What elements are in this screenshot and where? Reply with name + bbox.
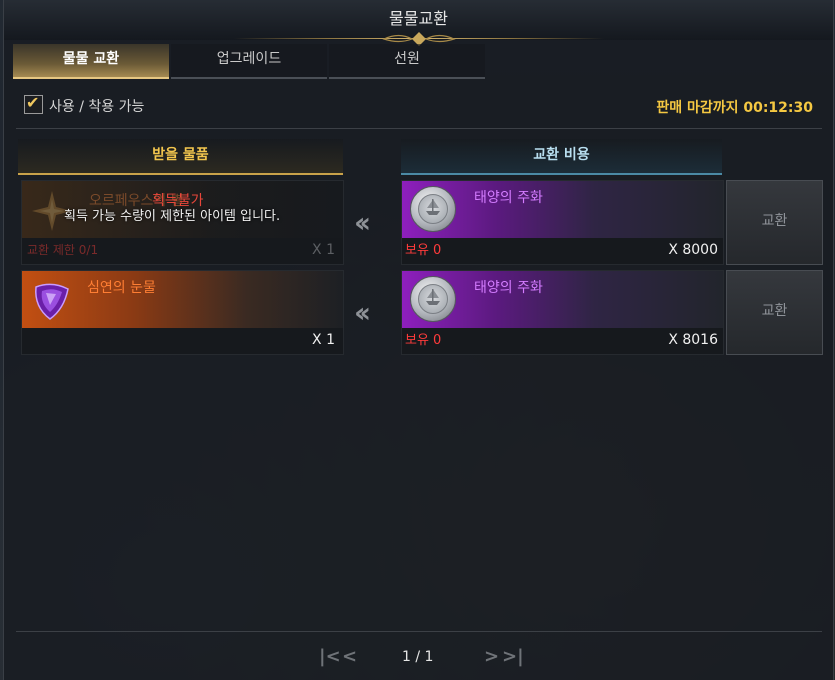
cost-item[interactable]: 태양의 주화 보유 0 X 8016 [401,270,724,355]
footer-divider [16,631,822,632]
receive-qty: X 1 [312,242,335,258]
trade-row: 심연의 눈물 X 1 ‹‹ 태양의 주화 보유 0 X 8016 교환 [4,270,833,355]
checkmark-icon: ✔ [26,93,40,112]
cost-item-name: 태양의 주화 [474,280,543,296]
last-page-icon[interactable]: >| [502,646,524,667]
receive-qty: X 1 [312,332,335,348]
tab-barter[interactable]: 물물 교환 [13,44,169,79]
first-page-icon[interactable]: |< [319,646,341,667]
cost-qty: X 8000 [668,242,718,258]
cost-header: 교환 비용 [401,139,722,175]
usable-filter-label: 사용 / 착용 가능 [49,99,145,115]
owned-count: 보유 0 [405,243,442,258]
cost-item-name: 태양의 주화 [474,190,543,206]
coin-icon [410,276,456,322]
exchange-button[interactable]: 교환 [726,270,823,355]
receive-item-name: 심연의 눈물 [87,280,156,296]
cost-item[interactable]: 태양의 주화 보유 0 X 8000 [401,180,724,265]
coin-icon [410,186,456,232]
divider [16,128,822,129]
trade-limit: 교환 제한 0/1 [27,243,99,257]
page-indicator: 1 / 1 [402,649,434,665]
receive-item[interactable]: 심연의 눈물 X 1 [21,270,344,355]
tab-crew[interactable]: 선원 [329,44,485,79]
exchange-button[interactable]: 교환 [726,180,823,265]
double-chevron-left-icon: ‹‹ [354,296,371,329]
prev-page-icon[interactable]: < [342,646,357,667]
tab-bar: 물물 교환 업그레이드 선원 [13,44,488,79]
gem-icon [35,283,69,320]
usable-checkbox[interactable]: ✔ [24,93,43,114]
sale-deadline: 판매 마감까지 00:12:30 [656,100,813,116]
pagination: |< < 1 / 1 > >| [4,646,833,670]
next-page-icon[interactable]: > [484,646,499,667]
owned-count: 보유 0 [405,333,442,348]
tab-upgrade[interactable]: 업그레이드 [171,44,327,79]
receive-header: 받을 물품 [18,139,343,175]
limit-tooltip: 획득 가능 수량이 제한된 아이템 입니다. [64,209,281,224]
cost-qty: X 8016 [668,332,718,348]
double-chevron-left-icon: ‹‹ [354,206,371,239]
barter-window: 물물교환 물물 교환 업그레이드 선원 ✔ 사용 / 착용 가능 판매 마감까지… [3,0,834,680]
